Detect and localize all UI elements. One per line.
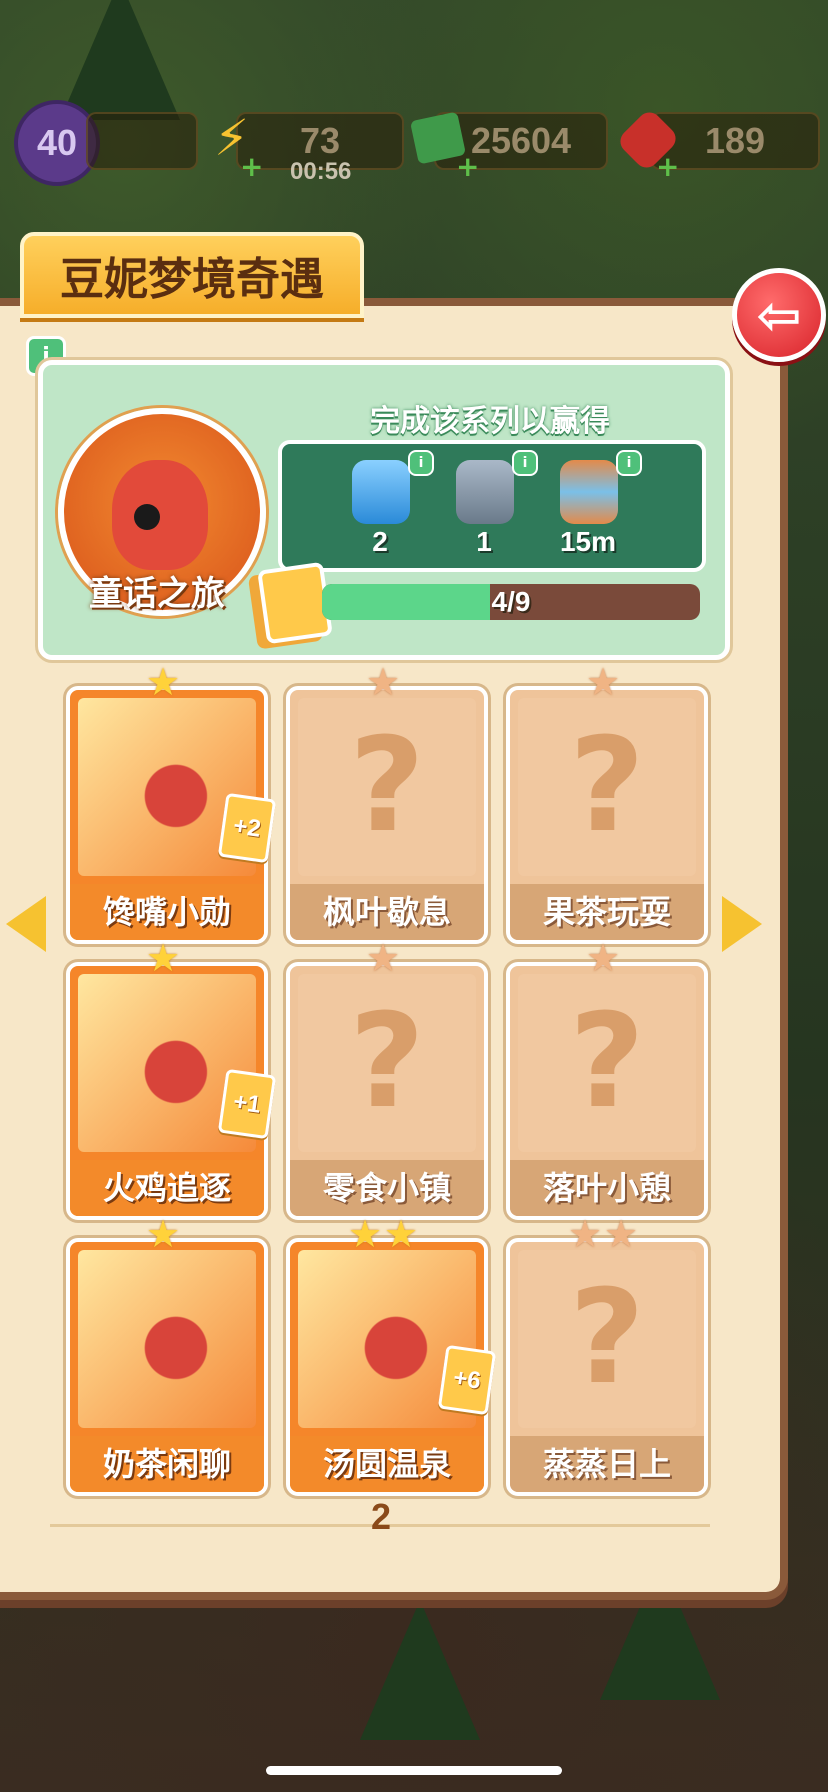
back-button[interactable]: ⇦ (732, 268, 826, 362)
gem-value: 189 (704, 120, 766, 161)
reward-item-energy[interactable]: 2 i (330, 450, 434, 562)
star-icon: ★ (145, 1212, 181, 1256)
reward-info-button[interactable]: i (512, 450, 538, 476)
level-value: 40 (36, 122, 78, 163)
prev-page-arrow-icon[interactable] (6, 896, 46, 952)
star-icon: ★ (145, 936, 181, 980)
question-mark-icon: ? (569, 1261, 645, 1413)
xp-bar (86, 112, 198, 170)
reward-value: 15m (559, 526, 617, 557)
card-label: 汤圆温泉 (290, 1436, 484, 1492)
cash-safe-icon (456, 460, 514, 524)
question-mark-icon: ? (569, 985, 645, 1137)
question-mark-icon: ? (349, 709, 425, 861)
progress-text: 4/9 (491, 586, 531, 617)
home-indicator[interactable] (266, 1766, 562, 1775)
duplicate-count-badge: +2 (217, 792, 277, 864)
reward-value: 1 (476, 526, 492, 557)
add-energy-icon[interactable]: + (240, 153, 263, 181)
character-illustration (112, 460, 208, 570)
card-label: 火鸡追逐 (70, 1160, 264, 1216)
star-icon: ★ (585, 660, 621, 704)
story-card[interactable]: ? 枫叶歇息 (286, 686, 488, 944)
cash-value: 25604 (470, 120, 572, 161)
star-icon: ★ (603, 1212, 639, 1256)
page-number: 2 (370, 1496, 392, 1537)
story-card[interactable]: ? 果茶玩耍 (506, 686, 708, 944)
story-card[interactable]: ? 蒸蒸日上 (506, 1238, 708, 1496)
energy-timer: 00:56 (290, 158, 352, 185)
star-icon: ★ (567, 1212, 603, 1256)
series-name: 童话之旅 (89, 574, 225, 614)
reward-info-button[interactable]: i (616, 450, 642, 476)
star-icon: ★ (383, 1212, 419, 1256)
reward-value: 2 (372, 526, 388, 557)
tree-decoration (60, 0, 180, 120)
duplicate-count-badge: +1 (217, 1068, 277, 1140)
card-illustration (78, 1250, 256, 1428)
question-mark-icon: ? (349, 985, 425, 1137)
card-label: 馋嘴小勋 (70, 884, 264, 940)
back-arrow-icon: ⇦ (756, 283, 802, 347)
character-eye (134, 504, 160, 530)
card-label: 果茶玩耍 (510, 884, 704, 940)
add-cash-icon[interactable]: + (456, 153, 479, 181)
hourglass-icon (560, 460, 618, 524)
reward-title: 完成该系列以赢得 (370, 404, 610, 439)
tree-decoration (360, 1600, 480, 1740)
energy-value: 73 (299, 120, 341, 161)
star-icon: ★ (347, 1212, 383, 1256)
star-icon: ★ (145, 660, 181, 704)
card-label: 落叶小憩 (510, 1160, 704, 1216)
question-mark-icon: ? (569, 709, 645, 861)
duplicate-count-badge: +6 (437, 1344, 497, 1416)
card-label: 零食小镇 (290, 1160, 484, 1216)
story-card[interactable]: 奶茶闲聊 (66, 1238, 268, 1496)
next-page-arrow-icon[interactable] (722, 896, 762, 952)
star-icon: ★ (365, 936, 401, 980)
reward-items: 2 i 1 i 15m i (278, 440, 706, 572)
reward-item-hourglass[interactable]: 15m i (538, 450, 642, 562)
star-icon: ★ (365, 660, 401, 704)
card-label: 奶茶闲聊 (70, 1436, 264, 1492)
add-gem-icon[interactable]: + (656, 153, 679, 181)
reward-item-cash-safe[interactable]: 1 i (434, 450, 538, 562)
reward-info-button[interactable]: i (408, 450, 434, 476)
energy-jar-icon (352, 460, 410, 524)
story-card[interactable]: ? 落叶小憩 (506, 962, 708, 1220)
card-label: 枫叶歇息 (290, 884, 484, 940)
card-label: 蒸蒸日上 (510, 1436, 704, 1492)
panel-title: 豆妮梦境奇遇 (20, 232, 364, 318)
star-icon: ★ (585, 936, 621, 980)
story-card[interactable]: ? 零食小镇 (286, 962, 488, 1220)
